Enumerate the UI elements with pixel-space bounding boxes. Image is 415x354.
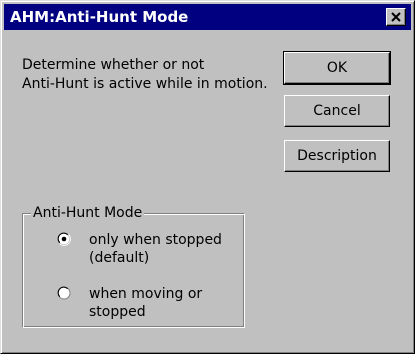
radio-unselected-icon[interactable] bbox=[57, 286, 71, 300]
close-icon bbox=[391, 12, 401, 22]
radio-label-line: (default) bbox=[89, 250, 150, 266]
description-button[interactable]: Description bbox=[284, 140, 390, 172]
title-bar[interactable]: AHM:Anti-Hunt Mode bbox=[4, 4, 411, 30]
anti-hunt-dialog: AHM:Anti-Hunt Mode Determine whether or … bbox=[0, 0, 415, 354]
cancel-button[interactable]: Cancel bbox=[284, 95, 390, 127]
description-line-2: Anti-Hunt is active while in motion. bbox=[22, 76, 268, 92]
radio-label-line: stopped bbox=[89, 304, 146, 320]
close-button[interactable] bbox=[386, 8, 406, 26]
ok-button[interactable]: OK bbox=[283, 51, 391, 85]
radio-label-when-moving-or-stopped: when moving or stopped bbox=[89, 285, 202, 321]
radio-selected-icon[interactable] bbox=[57, 232, 71, 246]
radio-label-line: when moving or bbox=[89, 286, 203, 302]
description-line-1: Determine whether or not bbox=[22, 57, 205, 73]
radio-label-line: only when stopped bbox=[89, 232, 222, 248]
group-title: Anti-Hunt Mode bbox=[31, 205, 145, 222]
radio-label-only-when-stopped: only when stopped (default) bbox=[89, 231, 222, 267]
description-text: Determine whether or not Anti-Hunt is ac… bbox=[22, 56, 277, 94]
window-title: AHM:Anti-Hunt Mode bbox=[10, 8, 189, 26]
